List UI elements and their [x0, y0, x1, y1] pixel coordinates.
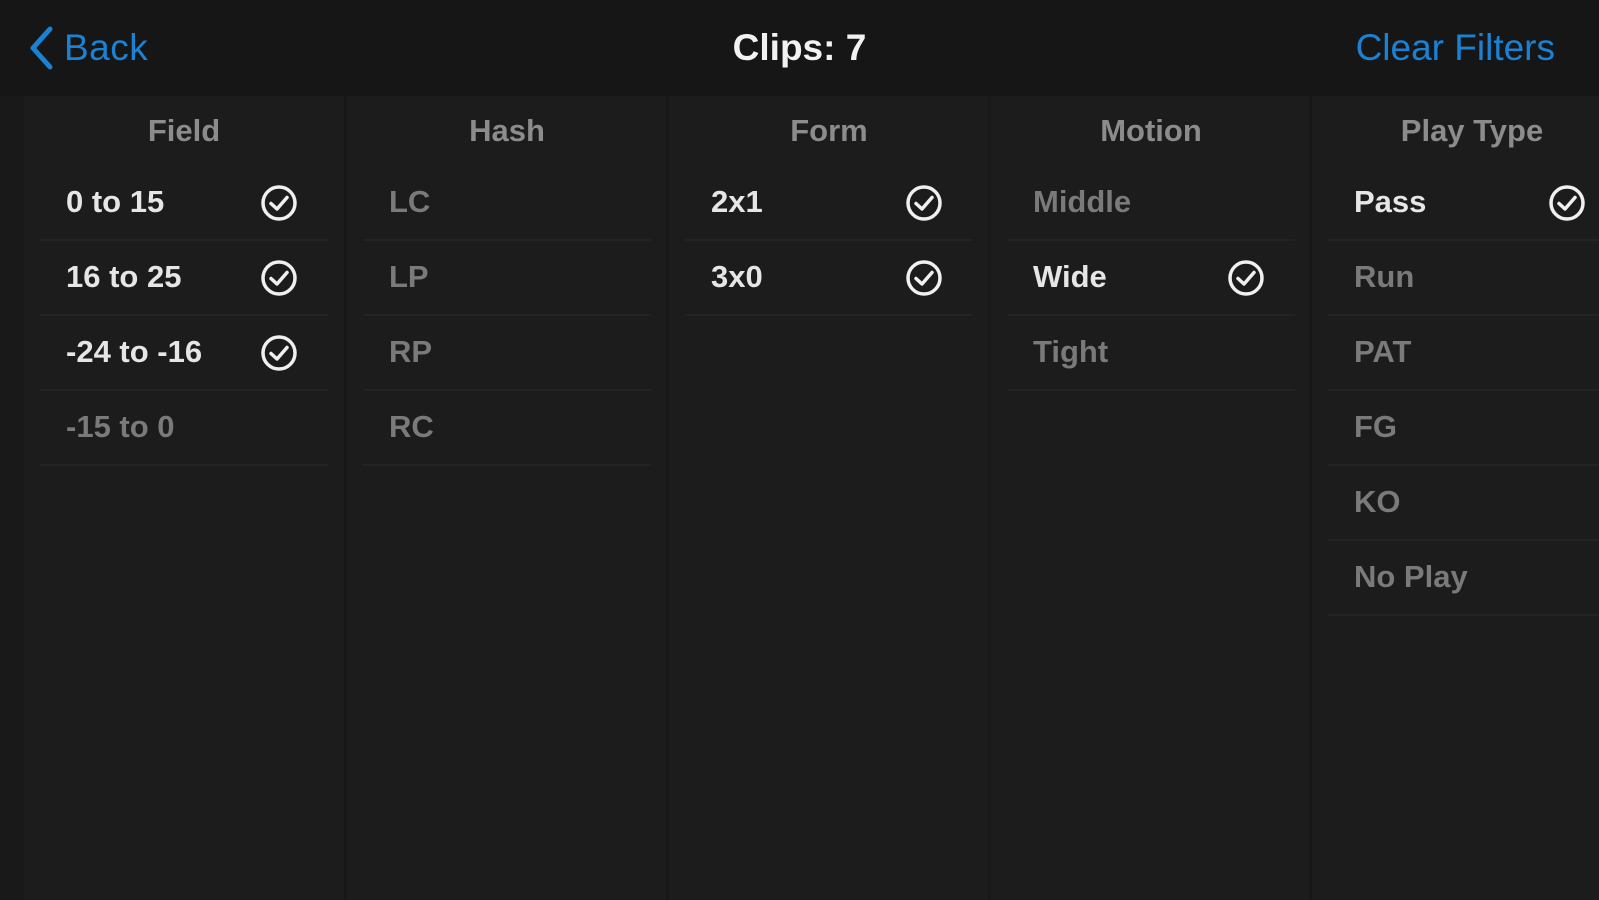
filter-option-label: FG: [1354, 409, 1398, 444]
filter-option-label: 0 to 15: [66, 184, 165, 219]
filter-option[interactable]: 0 to 15: [40, 166, 328, 241]
checkmark-circle-icon: [905, 259, 943, 297]
filter-option-label: PAT: [1354, 334, 1412, 369]
filter-option-label: Wide: [1033, 259, 1107, 294]
filter-column-hash: Hash LC LP RP RC: [347, 96, 667, 900]
filter-option[interactable]: LP: [363, 241, 651, 316]
filter-options-list: Middle Wide Tight: [991, 166, 1311, 391]
filter-options-list: 2x1 3x0: [669, 166, 989, 316]
filter-option[interactable]: 3x0: [685, 241, 973, 316]
clear-filters-button[interactable]: Clear Filters: [1356, 24, 1555, 72]
filter-option[interactable]: RC: [363, 391, 651, 466]
checkmark-circle-icon: [905, 184, 943, 222]
filter-option[interactable]: FG: [1328, 391, 1599, 466]
filter-option-label: 16 to 25: [66, 259, 182, 294]
filter-option-label: RP: [389, 334, 433, 369]
checkmark-circle-icon: [260, 334, 298, 372]
column-header: Play Type: [1400, 113, 1544, 148]
filter-options-list: LC LP RP RC: [347, 166, 667, 466]
column-divider: [666, 96, 669, 900]
filter-option[interactable]: Wide: [1007, 241, 1295, 316]
checkmark-circle-icon: [260, 259, 298, 297]
filter-option-label: No Play: [1354, 559, 1468, 594]
filter-option-label: Tight: [1033, 334, 1109, 369]
checkmark-circle-icon: [260, 184, 298, 222]
filter-option-label: LC: [389, 184, 431, 219]
filter-option-label: -24 to -16: [66, 334, 203, 369]
nav-bar: Back Clips: 7 Clear Filters: [0, 0, 1599, 96]
filter-option-label: Pass: [1354, 184, 1427, 219]
filter-column-motion: Motion Middle Wide Tight: [991, 96, 1311, 900]
filter-column-play-type: Play Type Pass Run PAT FG KO No Play: [1312, 96, 1599, 900]
filter-option[interactable]: Pass: [1328, 166, 1599, 241]
filter-option-label: LP: [389, 259, 429, 294]
filter-option-label: RC: [389, 409, 434, 444]
filter-option-label: 3x0: [711, 259, 763, 294]
column-divider: [344, 96, 347, 900]
filter-columns: Field 0 to 15 16 to 25 -24 to -16 -15 to 0 Ha…: [0, 96, 1599, 900]
filter-option-label: 2x1: [711, 184, 763, 219]
column-header: Motion: [1100, 113, 1202, 148]
column-divider: [1309, 96, 1312, 900]
filter-options-list: 0 to 15 16 to 25 -24 to -16 -15 to 0: [24, 166, 344, 466]
filter-options-list: Pass Run PAT FG KO No Play: [1312, 166, 1599, 616]
clip-filter-screen: Back Clips: 7 Clear Filters Field 0 to 15…: [0, 0, 1599, 900]
filter-column-form: Form 2x1 3x0: [669, 96, 989, 900]
filter-option[interactable]: Middle: [1007, 166, 1295, 241]
column-header: Field: [147, 113, 221, 148]
column-header: Form: [790, 113, 868, 148]
filter-option[interactable]: Run: [1328, 241, 1599, 316]
filter-option[interactable]: PAT: [1328, 316, 1599, 391]
column-header: Hash: [469, 113, 545, 148]
column-divider: [988, 96, 991, 900]
back-button[interactable]: Back: [28, 24, 148, 72]
filter-option[interactable]: RP: [363, 316, 651, 391]
filter-option-label: Middle: [1033, 184, 1132, 219]
filter-option-label: KO: [1354, 484, 1401, 519]
filter-option[interactable]: -15 to 0: [40, 391, 328, 466]
filter-option[interactable]: 2x1: [685, 166, 973, 241]
filter-option[interactable]: No Play: [1328, 541, 1599, 616]
filter-option[interactable]: LC: [363, 166, 651, 241]
filter-option[interactable]: -24 to -16: [40, 316, 328, 391]
checkmark-circle-icon: [1548, 184, 1586, 222]
checkmark-circle-icon: [1227, 259, 1265, 297]
filter-option-label: -15 to 0: [66, 409, 175, 444]
chevron-left-icon: [28, 26, 54, 70]
filter-option[interactable]: 16 to 25: [40, 241, 328, 316]
back-label: Back: [64, 27, 149, 68]
filter-option[interactable]: Tight: [1007, 316, 1295, 391]
filter-column-field: Field 0 to 15 16 to 25 -24 to -16 -15 to 0: [24, 96, 344, 900]
filter-option[interactable]: KO: [1328, 466, 1599, 541]
filter-option-label: Run: [1354, 259, 1415, 294]
